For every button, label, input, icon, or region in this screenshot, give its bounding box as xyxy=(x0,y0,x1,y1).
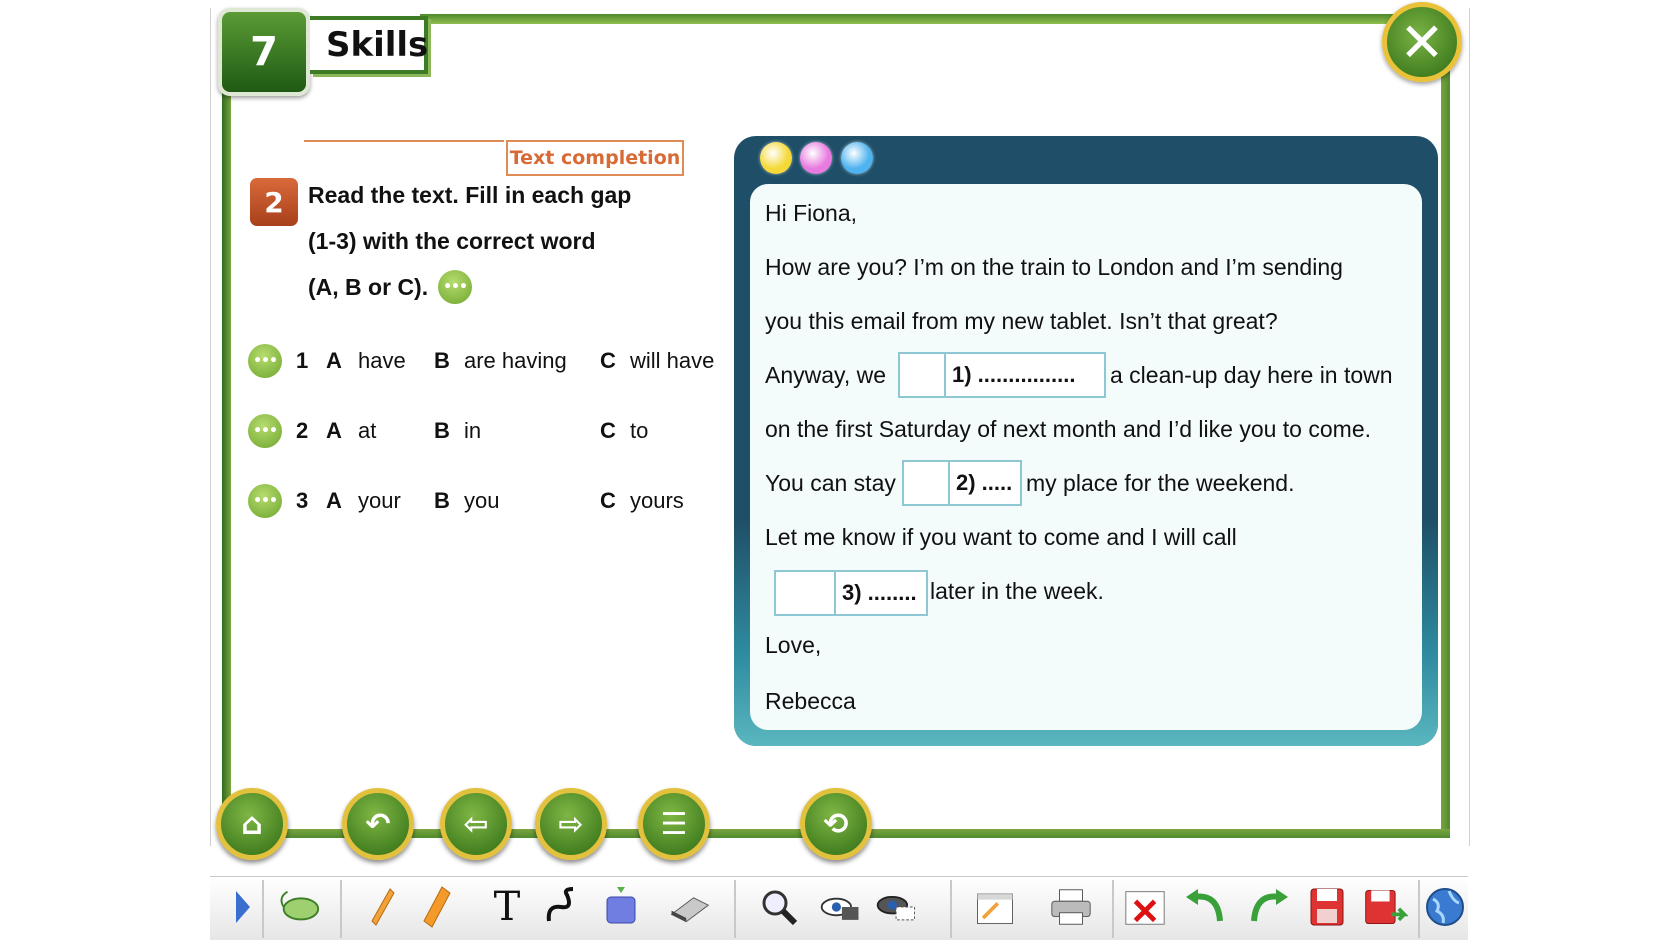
freehand-icon[interactable] xyxy=(540,880,586,934)
frame-top-border xyxy=(420,14,1450,24)
option-letter-b: B xyxy=(434,418,450,443)
pink-dot-icon xyxy=(800,142,832,174)
answer-dots-button-3[interactable]: ••• xyxy=(248,484,282,518)
marker-icon[interactable] xyxy=(414,880,460,934)
exercise-type-label: Text completion xyxy=(506,140,684,176)
reveal-icon[interactable] xyxy=(818,880,864,934)
yellow-dot-icon xyxy=(760,142,792,174)
instruction-line-2: (1-3) with the correct word xyxy=(308,228,596,254)
arrow-left-icon: ⇦ xyxy=(463,806,489,842)
option-1c[interactable]: will have xyxy=(630,348,714,374)
undo-icon[interactable] xyxy=(1184,880,1230,934)
unit-number-badge: 7 xyxy=(218,8,310,96)
option-2c[interactable]: to xyxy=(630,418,648,444)
toolbar-separator xyxy=(950,880,952,938)
gap-3-label: 3) ........ xyxy=(842,580,917,605)
letter-line: Anyway, we xyxy=(765,362,887,388)
option-letter-a: A xyxy=(326,488,342,513)
instruction-line-3: (A, B or C). xyxy=(308,274,429,300)
toolbar-separator xyxy=(1418,880,1420,938)
toolbar-separator xyxy=(262,880,264,938)
globe-icon[interactable] xyxy=(1422,880,1468,934)
toolbar-separator xyxy=(1112,880,1114,938)
option-row-number: 3 xyxy=(296,488,309,513)
shape-fill-icon[interactable] xyxy=(598,880,644,934)
toolbar-separator xyxy=(734,880,736,938)
exercise-number-badge: 2 xyxy=(250,178,298,226)
instruction-line-1: Read the text. Fill in each gap xyxy=(308,182,632,208)
clear-icon[interactable] xyxy=(1122,880,1168,934)
previous-button[interactable]: ⇦ xyxy=(440,788,512,860)
letter-line: How are you? I’m on the train to London … xyxy=(765,254,1343,280)
answer-dots-button-2[interactable]: ••• xyxy=(248,414,282,448)
mouse-icon[interactable] xyxy=(276,880,322,934)
arrow-right-icon: ⇨ xyxy=(558,806,584,842)
menu-button[interactable]: ☰ xyxy=(638,788,710,860)
gap-3-input[interactable]: 3) ........ xyxy=(774,570,928,616)
list-icon: ☰ xyxy=(660,806,688,842)
refresh-button[interactable]: ⟲ xyxy=(800,788,872,860)
frame-left-border xyxy=(222,14,231,834)
home-button[interactable]: ⌂ xyxy=(216,788,288,860)
divider xyxy=(304,140,504,142)
print-icon[interactable] xyxy=(1048,880,1094,934)
option-letter-a: A xyxy=(326,348,342,373)
text-tool-icon[interactable]: T xyxy=(484,880,530,934)
option-letter-c: C xyxy=(600,488,616,513)
hide-icon[interactable] xyxy=(874,880,920,934)
letter-line: a clean-up day here in town xyxy=(1110,362,1393,388)
gap-1-label: 1) ................ xyxy=(952,362,1076,387)
option-1b[interactable]: are having xyxy=(464,348,567,374)
option-3a[interactable]: your xyxy=(358,488,401,514)
frame-right-border xyxy=(1441,14,1450,838)
refresh-icon: ⟲ xyxy=(823,806,849,842)
option-1a[interactable]: have xyxy=(358,348,406,374)
gap-1-input[interactable]: 1) ................ xyxy=(898,352,1106,398)
home-icon: ⌂ xyxy=(241,806,263,842)
option-letter-c: C xyxy=(600,348,616,373)
toolbar-separator xyxy=(340,880,342,938)
save-icon[interactable] xyxy=(1304,880,1350,934)
next-button[interactable]: ⇨ xyxy=(535,788,607,860)
save-as-icon[interactable] xyxy=(1362,880,1408,934)
answer-dots-button-1[interactable]: ••• xyxy=(248,344,282,378)
pencil-icon[interactable] xyxy=(360,880,406,934)
expand-arrow-icon[interactable] xyxy=(220,880,266,934)
option-row-number: 1 xyxy=(296,348,309,373)
gap-2-label: 2) ..... xyxy=(956,470,1013,495)
letter-signature: Rebecca xyxy=(765,688,856,714)
option-row-number: 2 xyxy=(296,418,309,443)
letter-line: You can stay xyxy=(765,470,896,496)
letter-greeting: Hi Fiona, xyxy=(765,200,858,226)
option-letter-b: B xyxy=(434,488,450,513)
letter-line: later in the week. xyxy=(930,578,1104,604)
page-title: Skills xyxy=(310,16,428,74)
option-letter-b: B xyxy=(434,348,450,373)
letter-line: on the first Saturday of next month and … xyxy=(765,416,1371,442)
notepad-icon[interactable] xyxy=(972,880,1018,934)
letter-closing: Love, xyxy=(765,632,822,658)
magnifier-icon[interactable] xyxy=(756,880,802,934)
option-2a[interactable]: at xyxy=(358,418,376,444)
letter-line: Let me know if you want to come and I wi… xyxy=(765,524,1237,550)
gap-2-input[interactable]: 2) ..... xyxy=(902,460,1022,506)
blue-dot-icon xyxy=(841,142,873,174)
eraser-icon[interactable] xyxy=(666,880,712,934)
back-icon: ↶ xyxy=(365,806,391,842)
close-button[interactable]: ✕ xyxy=(1382,2,1462,82)
option-letter-a: A xyxy=(326,418,342,443)
option-3c[interactable]: yours xyxy=(630,488,684,514)
option-3b[interactable]: you xyxy=(464,488,499,514)
audio-dots-button[interactable]: ••• xyxy=(438,270,472,304)
letter-line: you this email from my new tablet. Isn’t… xyxy=(765,308,1278,334)
redo-icon[interactable] xyxy=(1244,880,1290,934)
back-button[interactable]: ↶ xyxy=(342,788,414,860)
option-letter-c: C xyxy=(600,418,616,443)
letter-line: my place for the weekend. xyxy=(1026,470,1295,496)
option-2b[interactable]: in xyxy=(464,418,481,444)
